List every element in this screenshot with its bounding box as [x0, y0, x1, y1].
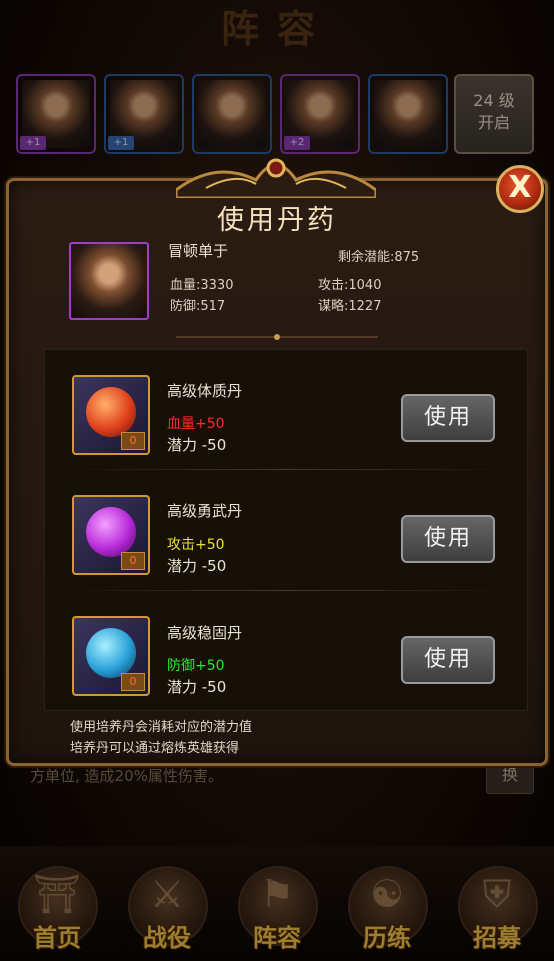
- pill-item-icon: 0: [72, 616, 150, 696]
- row-separator: [60, 469, 514, 470]
- pill-count: 0: [121, 552, 145, 570]
- pill-cost: 潜力 -50: [167, 436, 227, 454]
- hint-line-1: 使用培养丹会消耗对应的潜力值: [70, 720, 253, 735]
- stat-defense: 防御:517: [170, 299, 226, 314]
- pill-count: 0: [121, 673, 145, 691]
- use-button[interactable]: 使用: [401, 515, 495, 563]
- use-button[interactable]: 使用: [401, 394, 495, 442]
- pill-item-icon: 0: [72, 375, 150, 455]
- stat-attack: 攻击:1040: [318, 278, 382, 293]
- divider: [176, 334, 378, 340]
- stat-hp: 血量:3330: [170, 278, 234, 293]
- pill-orb-red: [86, 387, 136, 437]
- pill-effect: 攻击+50: [167, 537, 225, 553]
- remaining-potential: 剩余潜能:875: [338, 250, 420, 265]
- dialog-crown-ornament: [176, 158, 376, 198]
- pill-name: 高级勇武丹: [167, 502, 243, 520]
- row-separator: [60, 590, 514, 591]
- pill-name: 高级稳固丹: [167, 624, 243, 642]
- pill-count: 0: [121, 432, 145, 450]
- dialog-title: 使用丹药: [217, 205, 337, 236]
- pill-cost: 潜力 -50: [167, 557, 227, 575]
- stat-strategy: 谋略:1227: [318, 299, 382, 314]
- pill-effect: 防御+50: [167, 658, 225, 674]
- hero-portrait: [69, 242, 149, 320]
- pill-effect: 血量+50: [167, 416, 225, 432]
- pill-name: 高级体质丹: [167, 382, 243, 400]
- use-button[interactable]: 使用: [401, 636, 495, 684]
- pill-orb-purple: [86, 507, 136, 557]
- pill-item-icon: 0: [72, 495, 150, 575]
- pill-cost: 潜力 -50: [167, 678, 227, 696]
- pill-orb-blue: [86, 628, 136, 678]
- hero-name: 冒顿单于: [168, 242, 229, 260]
- hint-line-2: 培养丹可以通过熔炼英雄获得: [70, 741, 240, 756]
